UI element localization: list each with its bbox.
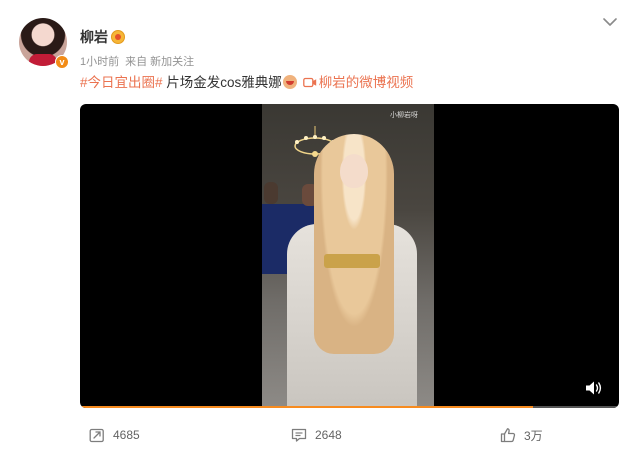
post-text: 片场金发cos雅典娜 bbox=[162, 75, 282, 90]
video-player[interactable]: 小柳岩呀 bbox=[80, 104, 619, 408]
emoji-icon bbox=[282, 75, 297, 89]
username[interactable]: 柳岩 bbox=[80, 27, 108, 47]
comment-button[interactable]: 2648 bbox=[291, 420, 342, 450]
post-meta: 1小时前 来自 新加关注 bbox=[80, 53, 194, 69]
comment-icon bbox=[291, 428, 307, 442]
verified-badge-icon: v bbox=[55, 55, 69, 69]
like-button[interactable]: 3万 bbox=[500, 420, 543, 450]
volume-icon[interactable] bbox=[585, 380, 603, 396]
action-bar: 4685 2648 3万 bbox=[0, 420, 638, 450]
thumbs-up-icon bbox=[500, 428, 516, 443]
repost-icon bbox=[89, 428, 104, 443]
video-frame: 小柳岩呀 bbox=[262, 104, 434, 406]
medal-icon[interactable] bbox=[111, 30, 125, 44]
scene-person bbox=[264, 182, 278, 204]
like-count: 3万 bbox=[524, 428, 543, 443]
video-watermark: 小柳岩呀 bbox=[390, 112, 418, 119]
chevron-down-icon[interactable] bbox=[602, 14, 618, 30]
video-link-label: 柳岩的微博视频 bbox=[318, 75, 414, 90]
post-content: #今日宜出圈# 片场金发cos雅典娜 柳岩的微博视频 bbox=[80, 74, 413, 92]
avatar-shirt bbox=[29, 54, 57, 66]
repost-button[interactable]: 4685 bbox=[89, 420, 140, 450]
video-camera-icon bbox=[302, 77, 316, 88]
video-progress-fill bbox=[80, 406, 533, 408]
repost-count: 4685 bbox=[113, 428, 140, 442]
video-link[interactable]: 柳岩的微博视频 bbox=[302, 75, 414, 90]
scene-face bbox=[340, 154, 368, 188]
scene-belt bbox=[324, 254, 380, 268]
comment-count: 2648 bbox=[315, 428, 342, 442]
video-progress-bar[interactable] bbox=[80, 406, 619, 408]
topic-link[interactable]: #今日宜出圈# bbox=[80, 75, 163, 90]
post-source: 来自 新加关注 bbox=[125, 56, 195, 68]
post-time[interactable]: 1小时前 bbox=[80, 56, 119, 68]
